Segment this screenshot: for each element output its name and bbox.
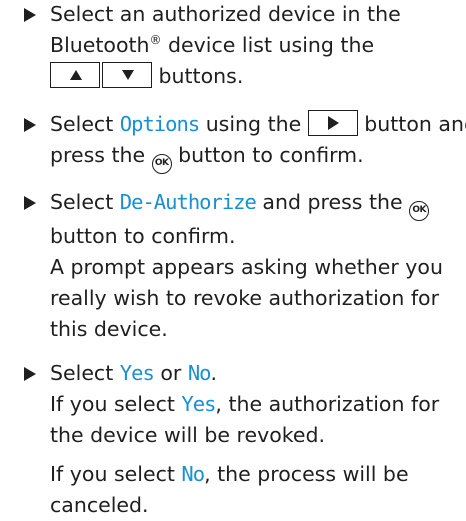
step-text: buttons. (152, 64, 244, 88)
up-arrow-icon (70, 70, 82, 80)
menu-item-yes: Yes (119, 361, 155, 385)
bullet-triangle-icon (24, 118, 36, 132)
menu-item-no: No (187, 361, 212, 385)
menu-item-de-authorize: De-Authorize (119, 190, 257, 214)
ok-button-icon: OK (151, 154, 172, 174)
down-button-symbol (102, 62, 152, 88)
step-result: If you select Yes, the authorization for… (50, 392, 440, 447)
step-text: device list using the (161, 33, 375, 57)
ok-button-icon: OK (409, 201, 430, 221)
step-select-deauthorize: Select De-Authorize and press the OK but… (22, 187, 466, 345)
registered-mark: ® (149, 33, 162, 48)
step-result: A prompt appears asking whether you real… (50, 255, 443, 341)
bullet-triangle-icon (24, 367, 36, 381)
bullet-triangle-icon (24, 196, 36, 210)
menu-item-options: Options (119, 112, 200, 136)
step-select-options: Select Options using the button and pres… (22, 109, 466, 174)
bullet-triangle-icon (24, 8, 36, 22)
right-button-symbol (307, 110, 358, 136)
step-select-device: Select an authorized device in the Bluet… (22, 0, 466, 92)
right-arrow-icon (327, 116, 339, 130)
up-button-symbol (50, 62, 100, 88)
step-result: If you select No, the process will be ca… (50, 462, 409, 517)
down-arrow-icon (122, 70, 134, 80)
